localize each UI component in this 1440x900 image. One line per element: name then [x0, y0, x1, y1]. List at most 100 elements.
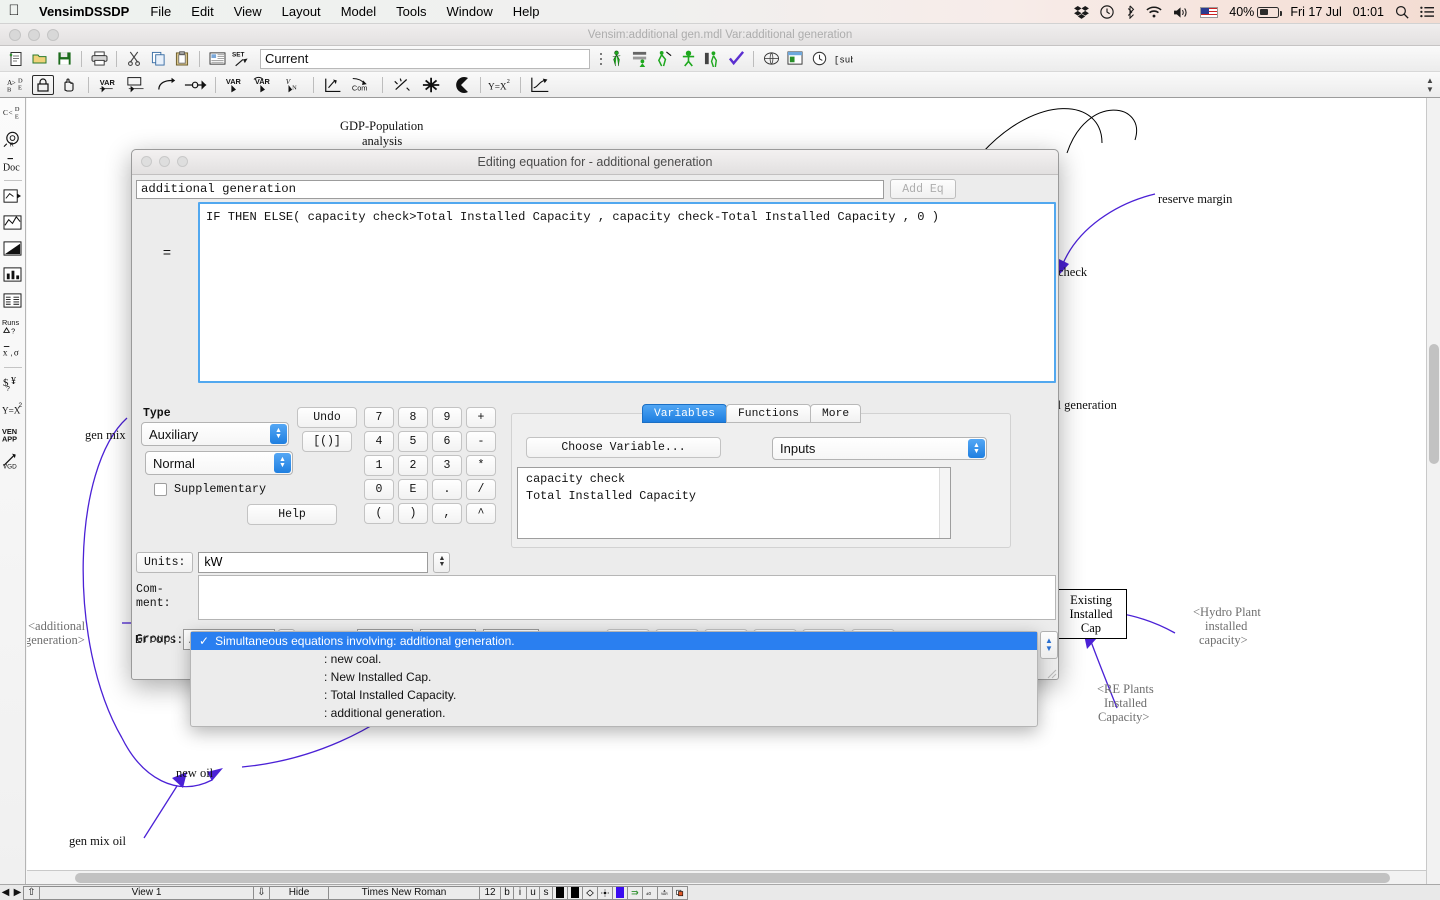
bold-button[interactable]: b	[500, 885, 514, 900]
keypad-key[interactable]: 6	[432, 431, 462, 452]
abc-icon[interactable]: A > D B E	[3, 74, 32, 96]
time-machine-icon[interactable]	[1100, 5, 1114, 19]
run-done-icon[interactable]	[724, 48, 748, 70]
arrow-style-icon[interactable]	[627, 885, 643, 900]
delete-icon[interactable]	[417, 74, 446, 96]
battery-indicator[interactable]: 40%	[1229, 5, 1282, 19]
run-icon[interactable]	[604, 48, 628, 70]
text-color-swatch[interactable]	[552, 885, 568, 900]
view-name-field[interactable]: View 1	[39, 885, 254, 900]
dialog-resize-grip[interactable]	[1044, 666, 1057, 679]
fill-color-swatch[interactable]	[612, 885, 628, 900]
level-icon[interactable]: ±0	[642, 885, 658, 900]
graph-icon[interactable]	[1, 209, 25, 235]
errors-menu-item[interactable]: : New Installed Cap.	[191, 668, 1037, 686]
keypad-key[interactable]: ,	[432, 503, 462, 524]
keypad-key[interactable]: -	[466, 431, 496, 452]
canvas-vertical-scrollbar[interactable]	[1426, 98, 1440, 884]
menu-help[interactable]: Help	[503, 4, 550, 19]
help-button[interactable]: Help	[247, 504, 337, 525]
sensitivity-icon[interactable]	[1, 235, 25, 261]
menu-layout[interactable]: Layout	[272, 4, 331, 19]
set-icon[interactable]: SET	[229, 48, 257, 70]
apple-logo-icon[interactable]: 	[0, 3, 28, 20]
undo-button[interactable]: Undo	[297, 407, 357, 428]
menu-tools[interactable]: Tools	[386, 4, 436, 19]
supplementary-checkbox-row[interactable]: Supplementary	[154, 482, 266, 496]
variable-list-item[interactable]: Total Installed Capacity	[526, 488, 942, 505]
graph-icon[interactable]	[526, 74, 555, 96]
menu-model[interactable]: Model	[331, 4, 386, 19]
keypad-key[interactable]: .	[432, 479, 462, 500]
errors-menu-item[interactable]: : Total Installed Capacity.	[191, 686, 1037, 704]
dialog-close-button[interactable]	[141, 156, 152, 167]
variable-filter-select[interactable]: Inputs ▲ ▼	[772, 437, 987, 460]
errors-menu-item[interactable]: : additional generation.	[191, 704, 1037, 722]
keypad-key[interactable]: ^	[466, 503, 496, 524]
keypad-key[interactable]: +	[466, 407, 496, 428]
hide-button[interactable]: Hide	[269, 885, 329, 900]
dropbox-icon[interactable]	[1074, 5, 1090, 19]
money-icon[interactable]: $ ¥?	[1, 370, 25, 396]
venapp-icon[interactable]: VEN APP	[1, 422, 25, 448]
italic-button[interactable]: i	[513, 885, 527, 900]
shape-icon[interactable]	[582, 885, 598, 900]
variable-list[interactable]: capacity check Total Installed Capacity	[517, 467, 951, 539]
keypad-key[interactable]: *	[466, 455, 496, 476]
sub-icon[interactable]: [sub]	[831, 48, 855, 70]
lock-icon[interactable]	[32, 74, 54, 95]
equation-editor[interactable]: IF THEN ELSE( capacity check>Total Insta…	[198, 202, 1056, 383]
keypad-key[interactable]: 4	[364, 431, 394, 452]
new-doc-icon[interactable]	[4, 48, 28, 70]
scrollbar-thumb[interactable]	[1429, 344, 1439, 464]
toolbar-scroll-arrows[interactable]: ▲ ▼	[1423, 72, 1437, 98]
search-icon[interactable]	[1395, 5, 1409, 19]
globe-icon[interactable]	[759, 48, 783, 70]
keypad-key[interactable]: 0	[364, 479, 394, 500]
loops-icon[interactable]: R	[1, 126, 25, 152]
causes-strip-icon[interactable]	[1, 183, 25, 209]
sketch-icon[interactable]	[388, 74, 417, 96]
equation-icon[interactable]: Y=X 2	[486, 74, 515, 96]
window-icon[interactable]	[783, 48, 807, 70]
paint-icon[interactable]	[446, 74, 475, 96]
control-center-icon[interactable]	[1420, 6, 1434, 18]
units-field[interactable]: kW	[198, 551, 429, 573]
box-variable-icon[interactable]	[123, 74, 152, 96]
point-icon[interactable]	[597, 885, 613, 900]
shadow-var-icon[interactable]: VN	[279, 74, 308, 96]
copy-icon[interactable]	[146, 48, 170, 70]
variable-icon[interactable]: VAR	[94, 74, 123, 96]
y-equals-icon[interactable]: Y=X 2	[1, 396, 25, 422]
volume-icon[interactable]	[1173, 6, 1189, 19]
comment-icon[interactable]: Com	[348, 74, 377, 96]
run-check-icon[interactable]	[652, 48, 676, 70]
open-folder-icon[interactable]	[28, 48, 52, 70]
keypad-key[interactable]: 7	[364, 407, 394, 428]
line-color-swatch[interactable]	[567, 885, 583, 900]
wifi-icon[interactable]	[1146, 6, 1162, 18]
stats-icon[interactable]: x,σ	[1, 339, 25, 365]
print-icon[interactable]	[87, 48, 111, 70]
variable-name-field[interactable]: additional generation	[136, 179, 884, 199]
var-icon[interactable]: VAR	[657, 885, 673, 900]
dialog-minimize-button[interactable]	[159, 156, 170, 167]
datasets-icon[interactable]	[205, 48, 229, 70]
dialog-traffic-lights[interactable]	[141, 156, 188, 167]
clock-icon[interactable]	[807, 48, 831, 70]
run-stack-icon[interactable]	[628, 48, 652, 70]
strikethrough-button[interactable]: s	[539, 885, 553, 900]
errors-menu-item[interactable]: : new coal.	[191, 650, 1037, 668]
scrollbar-thumb[interactable]	[75, 873, 1390, 883]
minimize-window-button[interactable]	[28, 29, 40, 41]
choose-variable-button[interactable]: Choose Variable...	[526, 437, 721, 458]
canvas-horizontal-scrollbar[interactable]	[27, 870, 1426, 884]
errors-menu-item[interactable]: ✓ Simultaneous equations involving: addi…	[191, 632, 1037, 650]
runs-compare-icon[interactable]: Runs?	[1, 313, 25, 339]
menu-file[interactable]: File	[140, 4, 181, 19]
arrow-icon[interactable]	[152, 74, 181, 96]
tab-functions[interactable]: Functions	[726, 404, 812, 423]
save-icon[interactable]	[52, 48, 76, 70]
word-select-icon[interactable]: VAR	[250, 74, 279, 96]
tab-more[interactable]: More	[810, 404, 862, 423]
